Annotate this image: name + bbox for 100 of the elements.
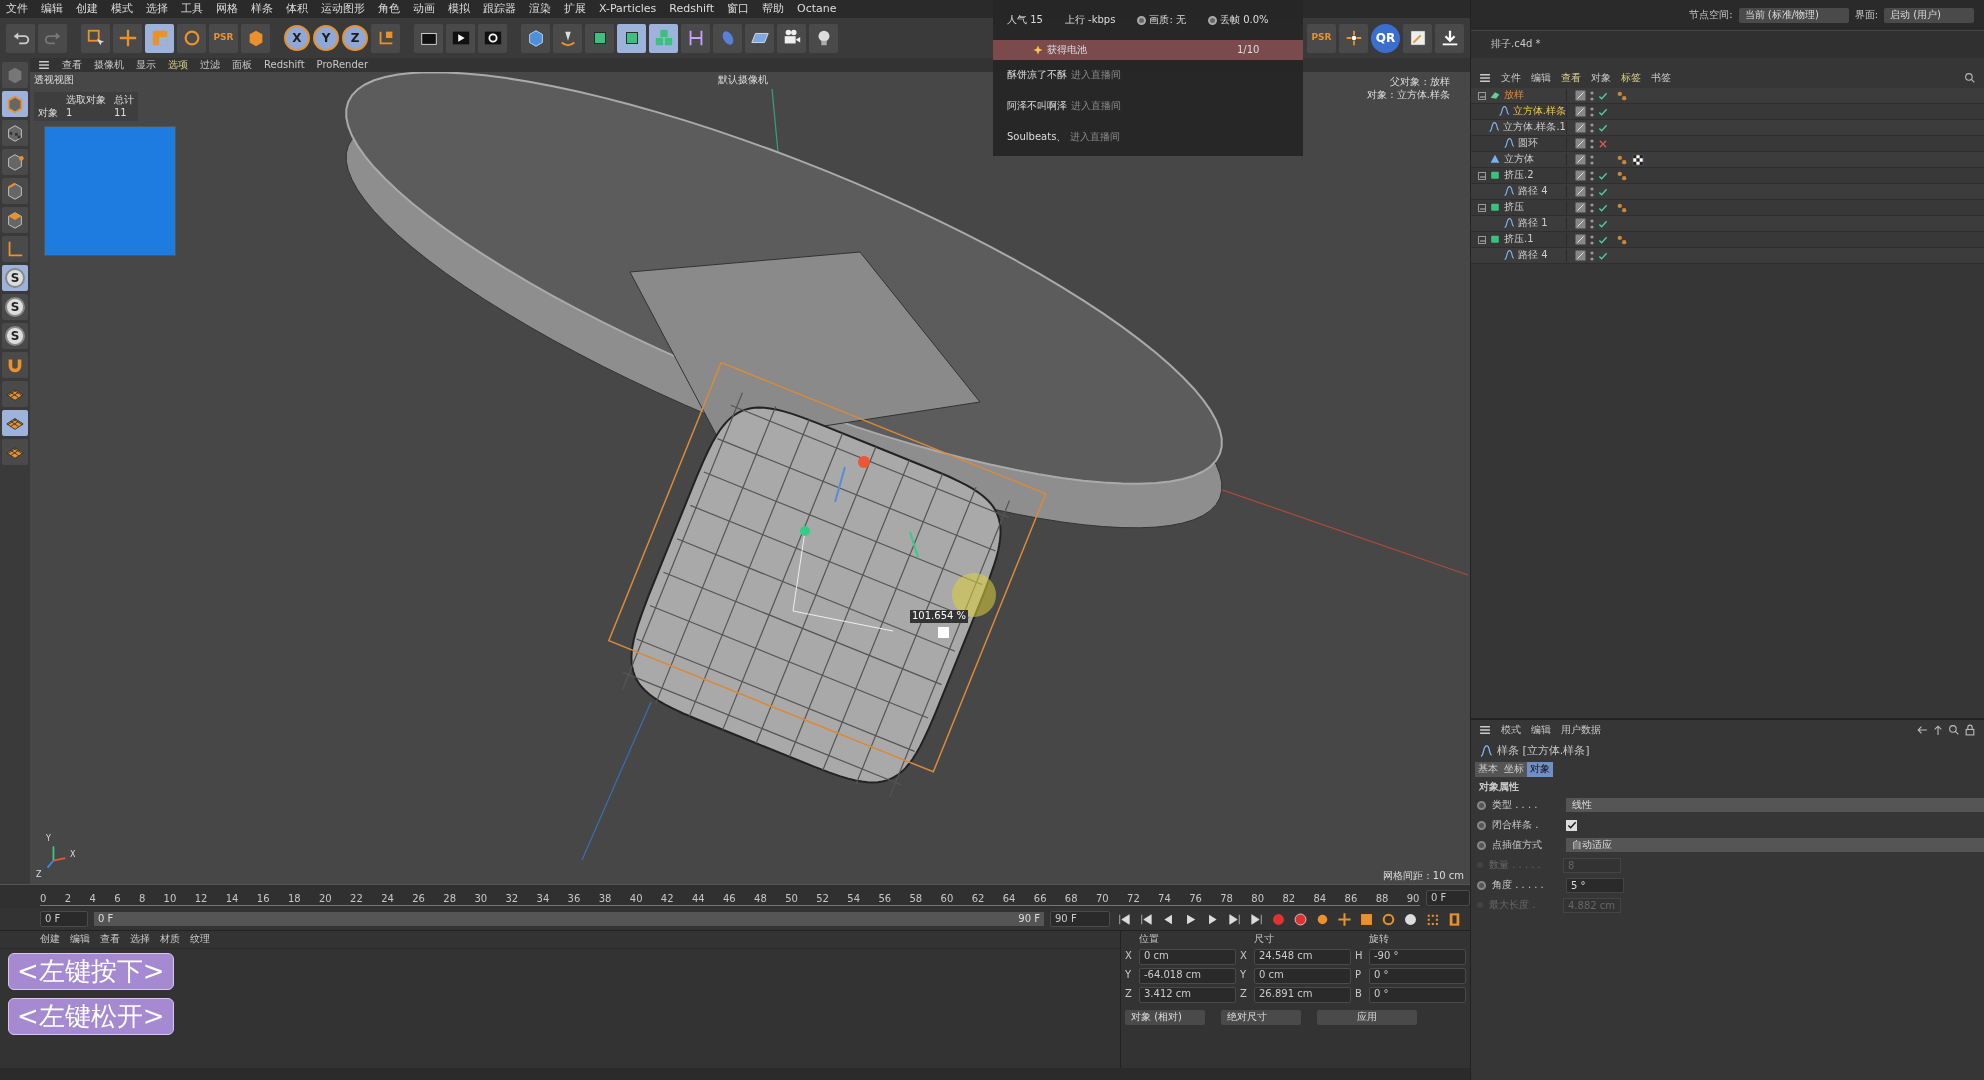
snap-icon[interactable]: [1339, 23, 1368, 53]
menu-item[interactable]: 面板: [232, 58, 252, 72]
selection-icon[interactable]: [81, 23, 110, 53]
cube-icon[interactable]: [241, 23, 270, 53]
checker-cube-icon[interactable]: [2, 120, 28, 146]
coordinate-field[interactable]: -64.018 cm: [1139, 967, 1236, 984]
menu-item[interactable]: 文件: [1501, 71, 1521, 85]
menu-item[interactable]: 渲染: [529, 2, 551, 16]
coordinate-field[interactable]: -90 °: [1369, 948, 1466, 965]
menu-item[interactable]: X-Particles: [599, 2, 657, 16]
next-key-icon[interactable]: [1226, 911, 1242, 927]
menu-item[interactable]: 材质: [160, 933, 180, 946]
autokey-icon[interactable]: [1292, 911, 1308, 927]
keyframe-dot-icon[interactable]: [1477, 820, 1486, 830]
up-arrow-icon[interactable]: [1932, 723, 1944, 737]
coordinate-field[interactable]: 0 °: [1369, 986, 1466, 1003]
first-frame-icon[interactable]: [1116, 911, 1132, 927]
start-frame-field[interactable]: 0 F: [40, 911, 88, 927]
render-region-icon[interactable]: [1403, 23, 1432, 53]
menu-item[interactable]: 过滤: [200, 58, 220, 72]
file-tab[interactable]: 排子.c4d *: [1491, 38, 1541, 51]
menu-item[interactable]: 选择: [130, 933, 150, 946]
coordinate-field[interactable]: 3.412 cm: [1139, 986, 1236, 1003]
object-name[interactable]: 挤压.1: [1504, 233, 1534, 246]
menu-item[interactable]: 显示: [136, 58, 156, 72]
menu-item[interactable]: ProRender: [316, 58, 369, 72]
coordinate-field[interactable]: 24.548 cm: [1254, 948, 1351, 965]
keyframe-dot-icon[interactable]: [1477, 840, 1486, 850]
axis-lock-button[interactable]: Y: [313, 25, 339, 51]
layer-icon[interactable]: [1575, 136, 1586, 151]
menu-item[interactable]: 选项: [168, 58, 188, 72]
menu-item[interactable]: 动画: [413, 2, 435, 16]
axis-icon[interactable]: [2, 236, 28, 262]
snap-button[interactable]: S: [2, 323, 28, 349]
menu-item[interactable]: 窗口: [727, 2, 749, 16]
coordinate-field[interactable]: 0 °: [1369, 967, 1466, 984]
psr-button[interactable]: PSR: [209, 23, 238, 53]
layer-icon[interactable]: [1575, 168, 1586, 183]
cubes-icon[interactable]: [649, 23, 678, 53]
collapse-toggle-icon[interactable]: [1478, 171, 1486, 180]
settings-icon[interactable]: [478, 23, 507, 53]
move-icon[interactable]: [113, 23, 142, 53]
material-tag-icon[interactable]: [1632, 152, 1644, 167]
dropdown[interactable]: 自动适应: [1566, 838, 1984, 852]
rotate-icon[interactable]: [177, 23, 206, 53]
frame-range-slider[interactable]: 0 F 90 F: [94, 912, 1044, 926]
grid-icon[interactable]: [2, 410, 28, 436]
menu-item[interactable]: 网格: [216, 2, 238, 16]
object-name[interactable]: 立方体: [1504, 153, 1534, 166]
menu-item[interactable]: Redshift: [669, 2, 714, 16]
checkbox[interactable]: [1566, 819, 1577, 831]
layer-icon[interactable]: [1575, 248, 1586, 263]
search-icon[interactable]: [1948, 723, 1960, 737]
object-name[interactable]: 挤压: [1504, 201, 1524, 214]
pen-icon[interactable]: [553, 23, 582, 53]
menu-item[interactable]: 模式: [111, 2, 133, 16]
light-bulb-icon[interactable]: [809, 23, 838, 53]
coordinate-field[interactable]: 0 cm: [1139, 948, 1236, 965]
menu-item[interactable]: 工具: [181, 2, 203, 16]
layer-icon[interactable]: [1575, 88, 1586, 103]
collapse-toggle-icon[interactable]: [1478, 91, 1486, 100]
collapse-toggle-icon[interactable]: [1478, 235, 1486, 244]
record-icon[interactable]: [1270, 911, 1286, 927]
object-name[interactable]: 立方体.样条: [1512, 105, 1566, 118]
collapse-toggle-icon[interactable]: [1478, 203, 1486, 212]
menu-item[interactable]: 跟踪器: [483, 2, 516, 16]
mode-dropdown[interactable]: 对象 (相对): [1125, 1009, 1205, 1025]
menu-item[interactable]: 查看: [100, 933, 120, 946]
menu-item[interactable]: 书签: [1651, 71, 1671, 85]
menu-item[interactable]: 纹理: [190, 933, 210, 946]
lock-icon[interactable]: [1964, 723, 1976, 737]
node-space-dropdown[interactable]: 当前 (标准/物理): [1738, 7, 1849, 23]
point-icon[interactable]: [2, 149, 28, 175]
menu-item[interactable]: 编辑: [1531, 71, 1551, 85]
deformer-icon[interactable]: [681, 23, 710, 53]
layer-icon[interactable]: [1575, 184, 1586, 199]
keyframe-dot-icon[interactable]: [1477, 800, 1486, 810]
coordinate-field[interactable]: 0 cm: [1254, 967, 1351, 984]
menu-item[interactable]: 帮助: [762, 2, 784, 16]
menu-item[interactable]: 用户数据: [1561, 723, 1601, 737]
menu-item[interactable]: 文件: [6, 2, 28, 16]
render-icon[interactable]: [446, 23, 475, 53]
menu-item[interactable]: 体积: [286, 2, 308, 16]
layer-icon[interactable]: [1575, 152, 1586, 167]
menu-item[interactable]: 样条: [251, 2, 273, 16]
object-name[interactable]: 圆环: [1518, 137, 1538, 150]
polygon-icon[interactable]: [2, 207, 28, 233]
apply-button[interactable]: 应用: [1317, 1009, 1417, 1025]
tab[interactable]: 坐标: [1501, 762, 1527, 777]
grid-icon[interactable]: [2, 381, 28, 407]
download-icon[interactable]: [1435, 23, 1464, 53]
menu-item[interactable]: 模式: [1501, 723, 1521, 737]
cube-icon[interactable]: [617, 23, 646, 53]
scale-icon[interactable]: [145, 23, 174, 53]
current-frame-field[interactable]: 0 F: [1426, 890, 1470, 906]
size-mode-dropdown[interactable]: 绝对尺寸: [1221, 1009, 1301, 1025]
edge-icon[interactable]: [2, 178, 28, 204]
menu-item[interactable]: 模拟: [448, 2, 470, 16]
menu-icon[interactable]: [38, 58, 50, 72]
snap-button[interactable]: S: [2, 294, 28, 320]
